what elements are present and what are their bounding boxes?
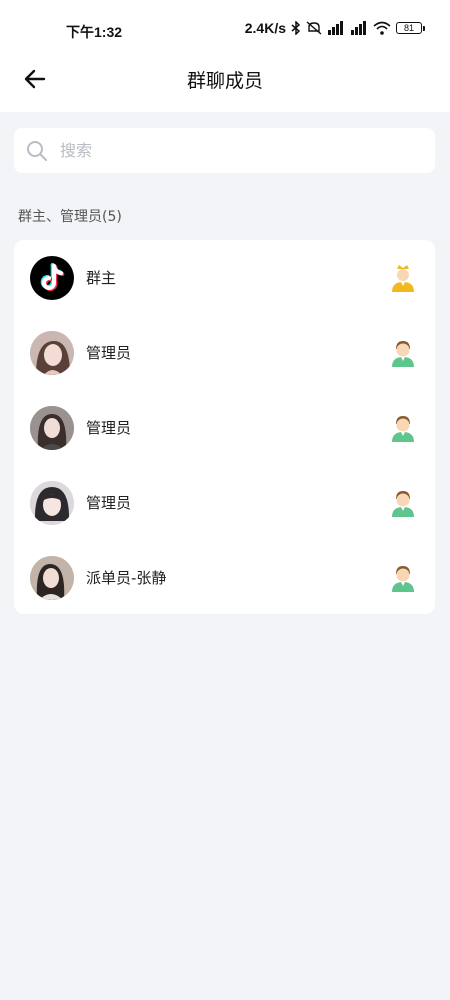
member-name: 派单员-张静 [86,569,167,587]
user-photo-avatar [30,330,74,375]
member-row-owner[interactable]: 群主 [14,240,435,315]
member-list: 群主 管理员 管理员 管理员 派单员-张静 [14,240,435,614]
network-speed: 2.4K/s [244,20,286,36]
battery-level: 81 [403,23,414,33]
owner-crown-icon [392,264,414,292]
admin-person-icon [392,415,414,442]
page-title: 群聊成员 [186,70,263,92]
member-name: 群主 [86,269,117,287]
section-label: 群主、管理员(5) [18,209,122,225]
member-name: 管理员 [86,344,132,362]
user-photo-avatar [30,405,74,450]
user-photo-avatar [30,555,74,600]
member-row-admin[interactable]: 管理员 [14,390,435,465]
admin-person-icon [392,565,414,592]
member-name: 管理员 [86,494,132,512]
admin-person-icon [392,490,414,517]
nav-bar: 群聊成员 [0,56,450,100]
search-icon [27,140,47,161]
member-row-admin[interactable]: 管理员 [14,465,435,540]
member-row-dispatcher[interactable]: 派单员-张静 [14,540,435,615]
mute-icon [306,21,322,35]
tiktok-logo-avatar [30,255,74,300]
user-photo-avatar [30,480,74,525]
wifi-icon [373,21,391,35]
search-bar[interactable] [14,128,435,173]
search-input[interactable] [58,140,402,161]
member-row-admin[interactable]: 管理员 [14,315,435,390]
top-bar: 下午1:32 2.4K/s 81 群聊成员 [0,0,450,112]
battery-icon: 81 [396,22,425,34]
admin-person-icon [392,340,414,367]
member-name: 管理员 [86,419,132,437]
status-time: 下午1:32 [66,24,123,40]
status-bar: 下午1:32 2.4K/s 81 [0,0,450,60]
status-indicators: 2.4K/s 81 [244,20,425,36]
signal-icon-1 [328,21,343,35]
bluetooth-icon [291,21,301,35]
signal-icon-2 [351,21,366,35]
